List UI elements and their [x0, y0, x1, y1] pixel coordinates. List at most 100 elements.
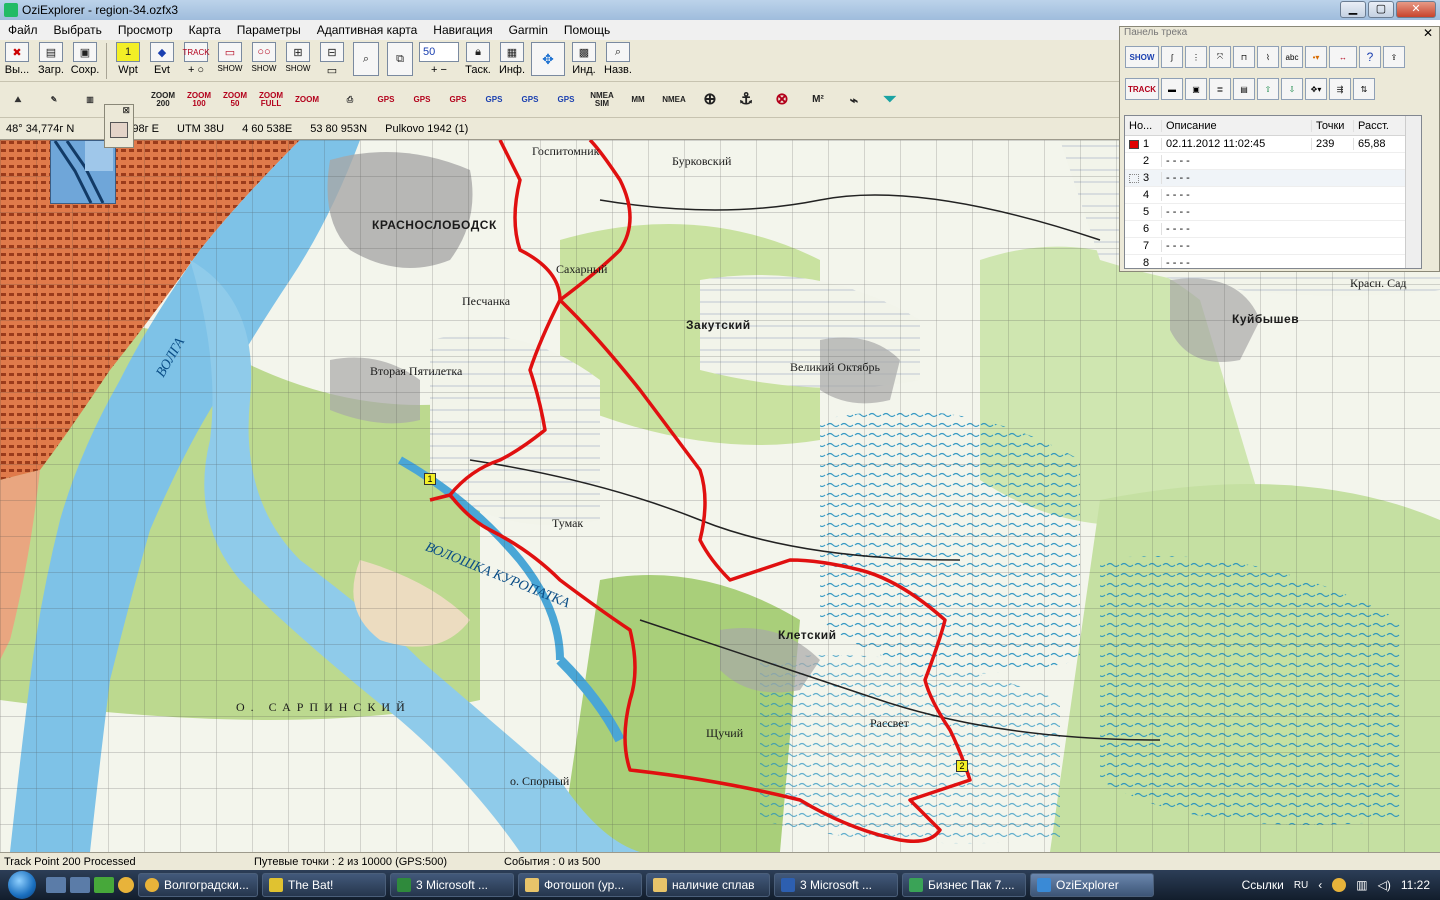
start-button[interactable] [0, 870, 44, 900]
filter-icon[interactable]: ⏷ [875, 86, 905, 114]
zoom-select[interactable]: 50 + − [419, 42, 459, 80]
help-icon[interactable]: ? [1359, 46, 1381, 68]
gps-button-3[interactable]: GPS [443, 86, 473, 114]
pan-button[interactable]: ✥ [531, 42, 565, 80]
tray-expand-icon[interactable]: ‹ [1318, 878, 1322, 892]
track-range-icon[interactable]: ↔ [1329, 46, 1357, 68]
col-points-header[interactable]: Точки [1311, 119, 1353, 132]
map-layer-icon[interactable]: ▥ [75, 86, 105, 114]
mini-close-icon[interactable]: ⊠ [105, 105, 133, 116]
track-dot-icon[interactable]: •▾ [1305, 46, 1327, 68]
links-toolbar[interactable]: Ссылки [1242, 878, 1284, 892]
menu-adaptive-map[interactable]: Адаптивная карта [309, 23, 426, 37]
task-business-pack[interactable]: Бизнес Пак 7.... [902, 873, 1026, 897]
task-oziexplorer[interactable]: OziExplorer [1030, 873, 1154, 897]
zoom-tool-button[interactable]: ⌕ [351, 42, 381, 80]
track-list-icon[interactable]: ≣ [1209, 78, 1231, 100]
zoom-value[interactable]: 50 [419, 42, 459, 62]
table-row[interactable]: 2 - - - - [1125, 153, 1421, 170]
minimize-button[interactable]: ▁ [1340, 1, 1366, 18]
gps-button-5[interactable]: GPS [515, 86, 545, 114]
task-folder[interactable]: наличие сплав [646, 873, 770, 897]
track-color-icon[interactable]: ▬ [1161, 78, 1183, 100]
close-button[interactable]: ✕ [1396, 1, 1436, 18]
info-button[interactable]: ▦ Инф. [497, 42, 527, 80]
quicklaunch-chrome-icon[interactable] [118, 877, 134, 893]
mm-button[interactable]: MM [623, 86, 653, 114]
track-save-icon[interactable]: ▣ [1185, 78, 1207, 100]
track-export-icon[interactable]: ⇪ [1383, 46, 1405, 68]
task-excel[interactable]: 3 Microsoft ... [390, 873, 514, 897]
grid-button[interactable]: ⊟ ▭ [317, 42, 347, 80]
track-curve-icon[interactable]: ∫ [1161, 46, 1183, 68]
table-row[interactable]: 8 - - - - [1125, 255, 1421, 268]
maximize-button[interactable]: ▢ [1368, 1, 1394, 18]
gps-button-2[interactable]: GPS [407, 86, 437, 114]
event-button[interactable]: ◆ Evt [147, 42, 177, 80]
quicklaunch-explorer-icon[interactable] [46, 877, 66, 893]
col-number-header[interactable]: Но... [1125, 120, 1161, 132]
track-move-icon[interactable]: ✥▾ [1305, 78, 1327, 100]
task-chrome[interactable]: Волгоградски... [138, 873, 258, 897]
track-props-icon[interactable]: ▤ [1233, 78, 1255, 100]
printer-icon[interactable]: ⎙ [335, 86, 365, 114]
track-up-icon[interactable]: ⇧ [1257, 78, 1279, 100]
menu-navigation[interactable]: Навигация [425, 23, 500, 37]
tasks-button[interactable]: 🔒︎ Таск. [463, 42, 493, 80]
area-icon[interactable]: M² [803, 86, 833, 114]
zoom-100-button[interactable]: ZOOM 100 [184, 86, 214, 114]
overview-map[interactable] [50, 140, 116, 204]
names-button[interactable]: ⌕ Назв. [603, 42, 633, 80]
track-abc-icon[interactable]: abc [1281, 46, 1303, 68]
zoom-50-button[interactable]: ZOOM 50 [220, 86, 250, 114]
zoom-area-button[interactable]: ZOOM [292, 86, 322, 114]
track-table-scrollbar[interactable] [1405, 116, 1421, 268]
track-align-icon[interactable]: ⇶ [1329, 78, 1351, 100]
col-description-header[interactable]: Описание [1161, 119, 1311, 132]
save-button[interactable]: ▣ Сохр. [70, 42, 100, 80]
exit-button[interactable]: ✖ Вы... [2, 42, 32, 80]
track-split-icon[interactable]: ⊓ [1233, 46, 1255, 68]
menu-file[interactable]: Файл [0, 23, 46, 37]
track-show-button[interactable]: SHOW [1125, 46, 1159, 68]
track-button[interactable]: TRACK + ○ [181, 42, 211, 80]
language-indicator[interactable]: RU [1294, 880, 1308, 891]
track-points-icon[interactable]: ⋮ [1185, 46, 1207, 68]
network-icon[interactable]: ▥ [1356, 878, 1367, 892]
waypoint-2-marker[interactable]: 2 [956, 760, 968, 772]
gps-button-1[interactable]: GPS [371, 86, 401, 114]
index-button[interactable]: ▩ Инд. [569, 42, 599, 80]
task-the-bat[interactable]: The Bat! [262, 873, 386, 897]
tray-app-icon[interactable] [1332, 878, 1347, 892]
menu-help[interactable]: Помощь [556, 23, 618, 37]
table-row[interactable]: 7 - - - - [1125, 238, 1421, 255]
profile-icon[interactable]: ⌁ [839, 86, 869, 114]
task-photoshop[interactable]: Фотошоп (ур... [518, 873, 642, 897]
track-down-icon[interactable]: ⇩ [1281, 78, 1303, 100]
gps-button-4[interactable]: GPS [479, 86, 509, 114]
nmea-button[interactable]: NMEA [659, 86, 689, 114]
anchor-icon[interactable]: ⚓︎ [731, 86, 761, 114]
volume-icon[interactable]: ◁) [1378, 878, 1391, 892]
show-button[interactable]: ▭ SHOW [215, 42, 245, 80]
table-row[interactable]: 1 02.11.2012 11:02:45 239 65,88 [1125, 136, 1421, 153]
menu-select[interactable]: Выбрать [46, 23, 110, 37]
crosshair-icon[interactable]: ⊕ [695, 86, 725, 114]
mini-floating-toolbar[interactable]: ⊠ [104, 104, 134, 148]
show2-button[interactable]: ○○ SHOW [249, 42, 279, 80]
show3-button[interactable]: ⊞ SHOW [283, 42, 313, 80]
map-tool-icon[interactable]: ✎ [39, 86, 69, 114]
col-distance-header[interactable]: Расст. [1353, 119, 1413, 132]
nmea-sim-button[interactable]: NMEA SIM [587, 86, 617, 114]
lifebuoy-icon[interactable]: ⊗ [767, 86, 797, 114]
quicklaunch-app-icon[interactable] [94, 877, 114, 893]
table-row[interactable]: 5 - - - - [1125, 204, 1421, 221]
waypoint-1-marker[interactable]: 1 [424, 473, 436, 485]
menu-view[interactable]: Просмотр [110, 23, 181, 37]
load-button[interactable]: ▤ Загр. [36, 42, 66, 80]
menu-garmin[interactable]: Garmin [501, 23, 556, 37]
waypoint-button[interactable]: 1 Wpt [113, 42, 143, 80]
table-row[interactable]: 6 - - - - [1125, 221, 1421, 238]
zoom-200-button[interactable]: ZOOM 200 [148, 86, 178, 114]
map-window-button[interactable]: ⧉ [385, 42, 415, 80]
